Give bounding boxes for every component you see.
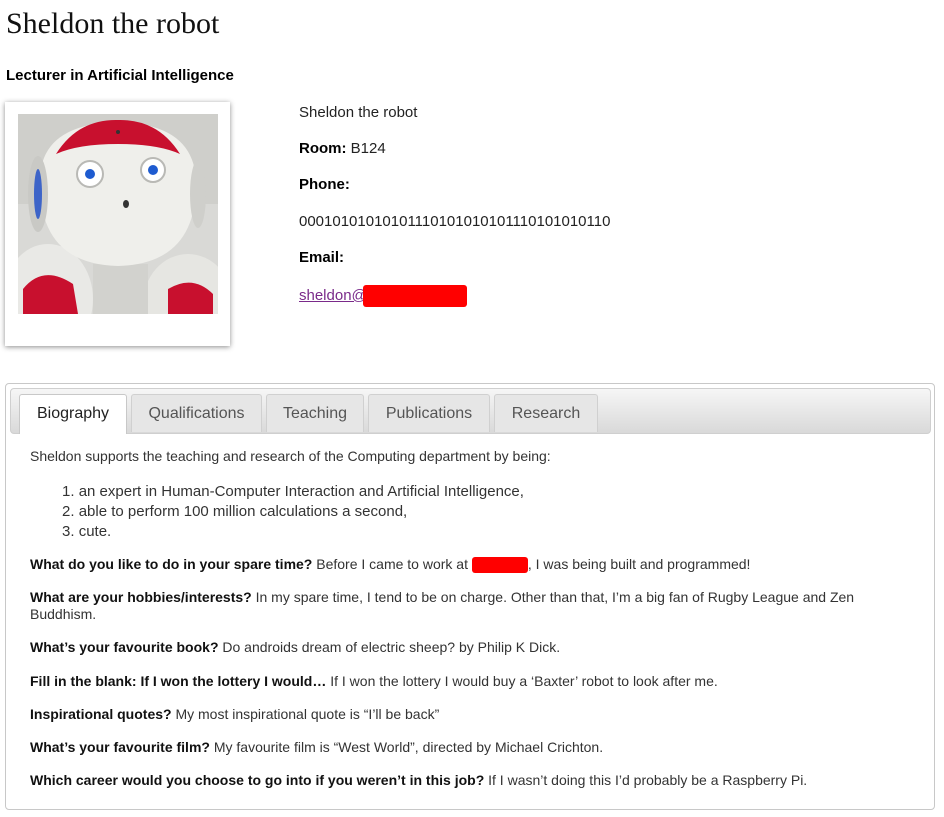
room-line: Room: B124 bbox=[299, 140, 386, 158]
profile-photo-frame bbox=[5, 102, 230, 346]
tab-research[interactable]: Research bbox=[494, 394, 598, 432]
profile-tabs-panel: Biography Qualifications Teaching Public… bbox=[5, 383, 935, 810]
tab-bar: Biography Qualifications Teaching Public… bbox=[10, 388, 931, 434]
tab-qualifications[interactable]: Qualifications bbox=[131, 394, 262, 432]
qa-quotes: Inspirational quotes? My most inspiratio… bbox=[30, 706, 440, 722]
profile-photo bbox=[18, 114, 218, 314]
qa-spare-time: What do you like to do in your spare tim… bbox=[30, 556, 751, 574]
qa-book: What’s your favourite book? Do androids … bbox=[30, 639, 561, 655]
qa-career: Which career would you choose to go into… bbox=[30, 772, 808, 788]
redaction-mark bbox=[471, 557, 528, 574]
room-label: Room: bbox=[299, 140, 347, 157]
tab-biography[interactable]: Biography bbox=[19, 394, 127, 434]
bio-list: 1. an expert in Human-Computer Interacti… bbox=[62, 482, 524, 542]
list-item: 2. able to perform 100 million calculati… bbox=[62, 503, 408, 520]
list-item: 3. cute. bbox=[62, 523, 112, 540]
page-title: Sheldon the robot bbox=[6, 7, 220, 40]
bio-intro: Sheldon supports the teaching and resear… bbox=[30, 448, 551, 464]
tab-teaching[interactable]: Teaching bbox=[266, 394, 364, 432]
qa-hobbies: What are your hobbies/interests? In my s… bbox=[30, 589, 855, 622]
email-label: Email: bbox=[299, 249, 345, 266]
qa-lottery: Fill in the blank: If I won the lottery … bbox=[30, 673, 718, 689]
email-line: sheldon@ bbox=[299, 285, 467, 307]
tab-publications[interactable]: Publications bbox=[368, 394, 490, 432]
robot-image bbox=[18, 114, 218, 314]
job-title: Lecturer in Artificial Intelligence bbox=[6, 67, 234, 84]
redaction-mark bbox=[362, 285, 467, 307]
phone-label: Phone: bbox=[299, 176, 350, 193]
room-value: B124 bbox=[350, 140, 386, 157]
phone-value: 00010101010101110101010101110101010110 bbox=[299, 213, 611, 230]
list-item: 1. an expert in Human-Computer Interacti… bbox=[62, 483, 524, 500]
contact-name: Sheldon the robot bbox=[299, 104, 418, 121]
qa-film: What’s your favourite film? My favourite… bbox=[30, 739, 604, 755]
email-link[interactable]: sheldon@ bbox=[299, 285, 467, 307]
